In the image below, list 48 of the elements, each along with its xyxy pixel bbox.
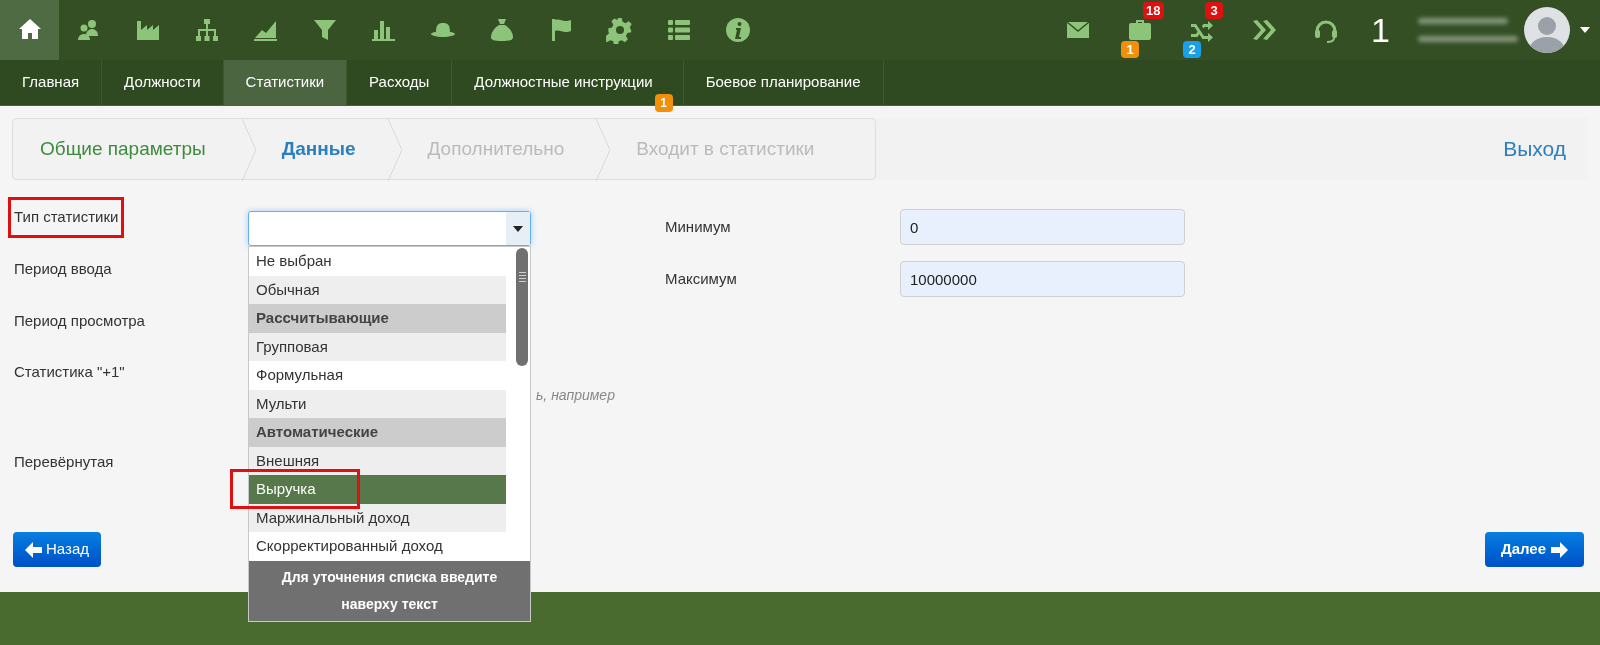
nav-tab[interactable]: Главная xyxy=(0,60,102,105)
caret-icon[interactable] xyxy=(1580,27,1590,33)
nav-tab[interactable]: Расходы xyxy=(347,60,452,105)
dropdown-option[interactable]: Обычная xyxy=(249,275,506,304)
count-badge: 2 xyxy=(1183,41,1202,58)
select-field[interactable] xyxy=(248,211,531,246)
nav-tab[interactable]: Должности xyxy=(102,60,223,105)
wizard-step[interactable]: Общие параметры xyxy=(40,134,206,164)
count-badge: 18 xyxy=(1143,2,1164,19)
avatar[interactable] xyxy=(1524,7,1570,53)
field-label: Тип статистики xyxy=(11,200,122,235)
count-badge: 3 xyxy=(1205,2,1224,19)
field-label: Минимум xyxy=(665,217,731,237)
dropdown-option[interactable]: Групповая xyxy=(249,332,506,361)
next-button[interactable]: Далее xyxy=(1484,532,1584,567)
dropdown-option[interactable]: Внешняя xyxy=(249,446,506,475)
field-label: Статистика "+1" xyxy=(14,362,125,382)
scrollbar-thumb[interactable] xyxy=(516,248,528,366)
back-button[interactable]: Назад xyxy=(13,532,101,567)
count-badge: 1 xyxy=(654,94,673,112)
counter-text: 1 xyxy=(1370,9,1391,51)
input-field[interactable]: 10000000 xyxy=(900,261,1185,297)
toolbar-button[interactable] xyxy=(0,0,59,60)
dropdown-group-header: Автоматические xyxy=(249,418,506,447)
hint-text: ь, например xyxy=(536,386,615,405)
toolbar-button[interactable]: 18 1 xyxy=(1109,0,1172,60)
field-label: Перевёрнутая xyxy=(14,452,114,472)
dropdown-footer: Для уточнения списка введите наверху текст xyxy=(249,561,530,621)
left-arrow-icon xyxy=(25,541,42,558)
input-field[interactable]: 0 xyxy=(900,209,1185,245)
toolbar-button[interactable]: 3 2 xyxy=(1171,0,1234,60)
dropdown-group-header: Рассчитывающие xyxy=(249,304,506,333)
dropdown-option[interactable]: Выручка xyxy=(249,475,506,504)
nav-tab[interactable]: Статистики xyxy=(223,60,347,105)
field-label: Период просмотра xyxy=(14,311,145,331)
count-badge: 1 xyxy=(1121,41,1140,58)
dropdown-option[interactable]: Мульти xyxy=(249,389,506,418)
field-label: Максимум xyxy=(665,269,737,289)
caret-icon xyxy=(513,225,523,232)
field-label: Период ввода xyxy=(14,259,112,279)
wizard-step[interactable]: Данные xyxy=(281,134,356,164)
exit-link[interactable]: Выход xyxy=(1503,133,1566,165)
dropdown-option[interactable]: Маржинальный доход xyxy=(249,503,506,532)
right-arrow-icon xyxy=(1551,541,1568,558)
info-icon xyxy=(723,16,752,44)
nav-tab[interactable]: Должностные инструкции xyxy=(452,60,655,105)
nav-tab[interactable]: Боевое планирование xyxy=(683,60,883,105)
settings-icon xyxy=(605,16,634,44)
